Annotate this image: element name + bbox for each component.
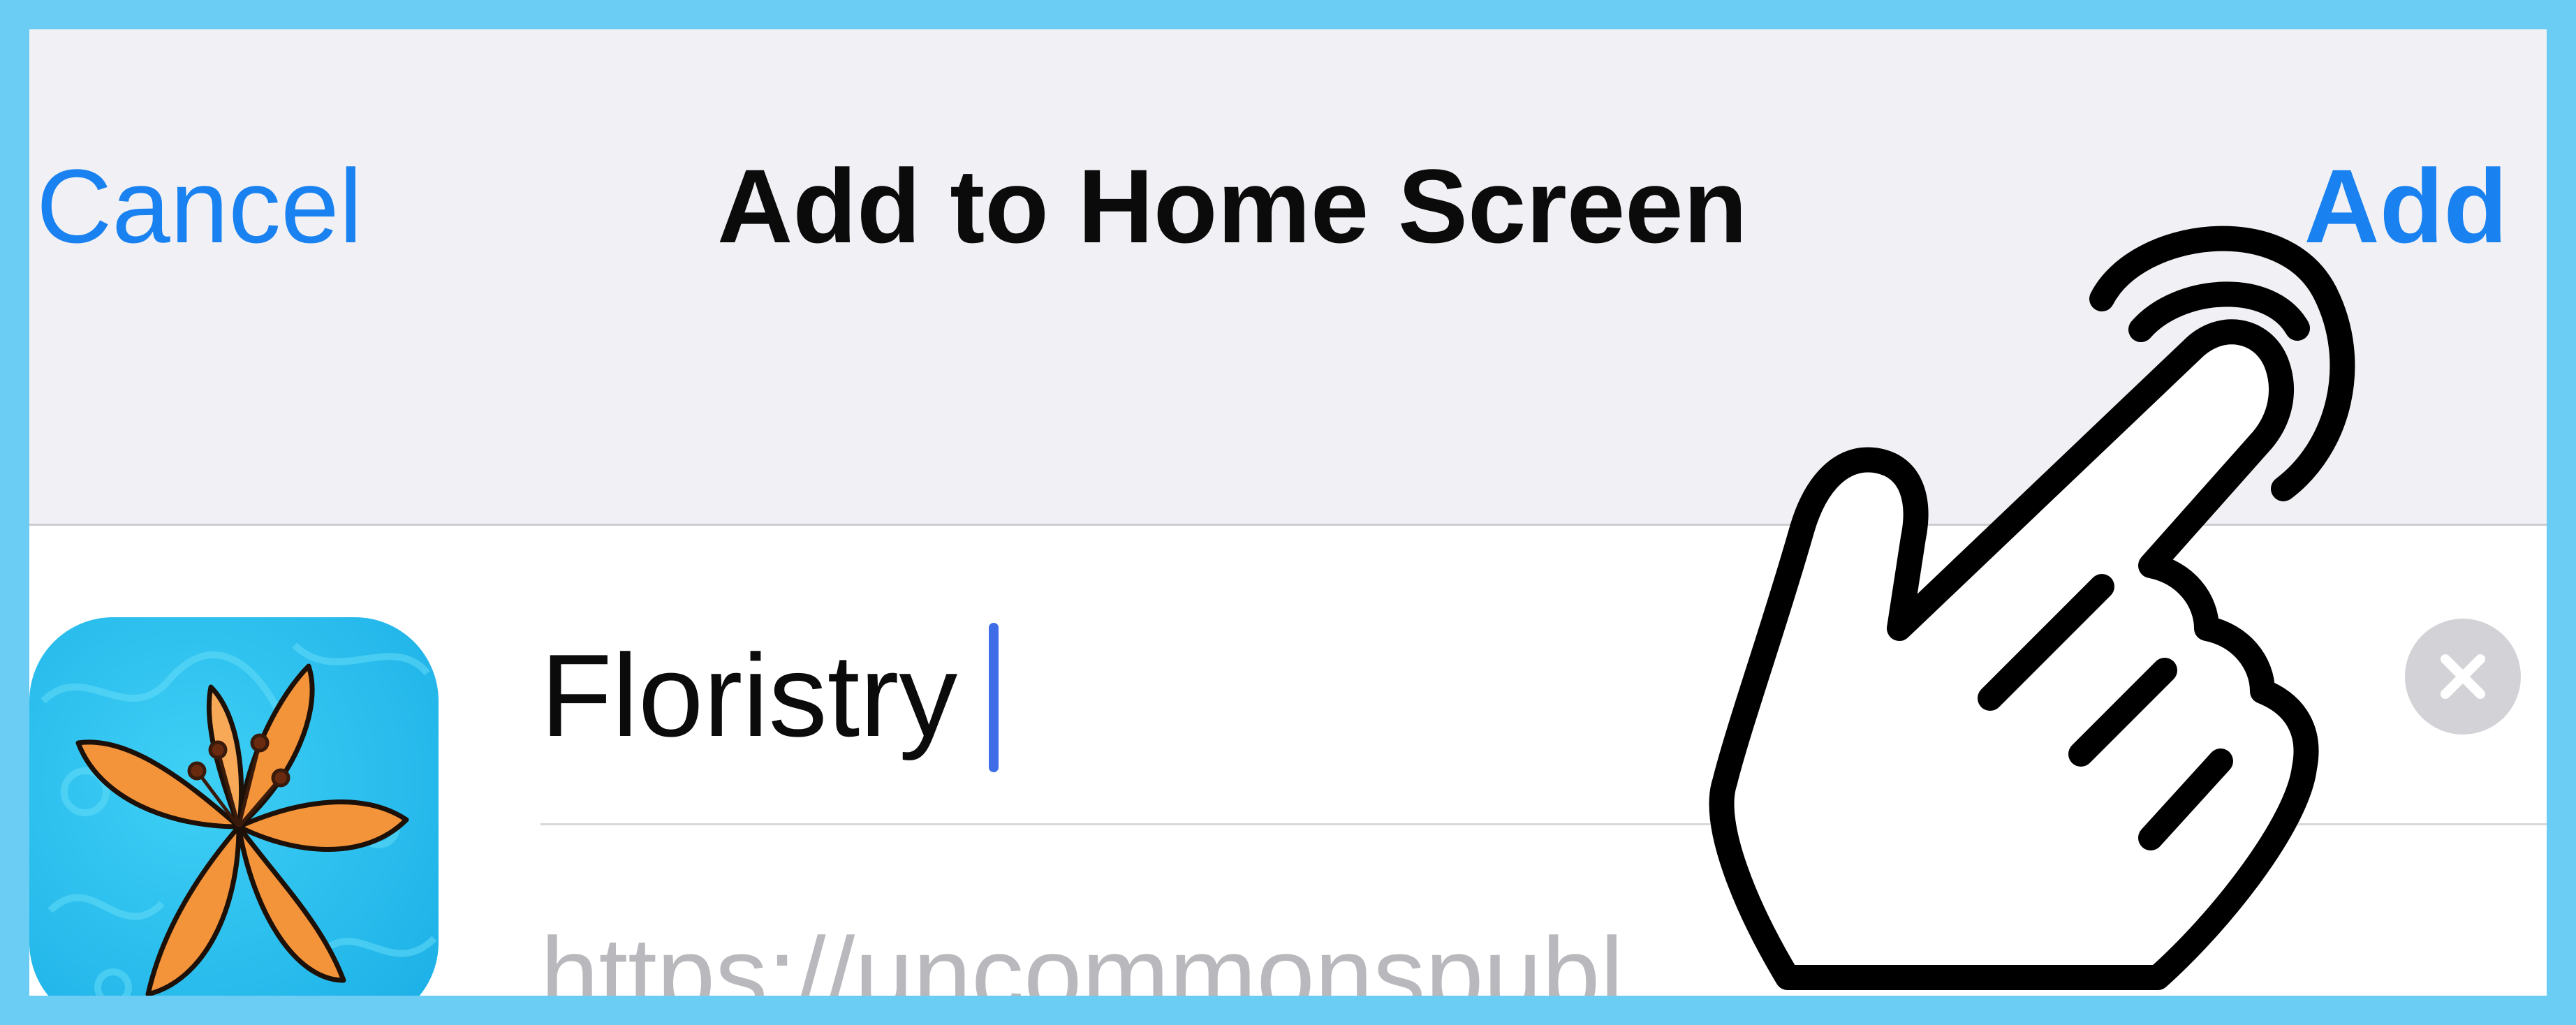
app-icon-lily: [29, 617, 439, 996]
clear-x-icon: [2441, 654, 2485, 699]
navigation-bar: Cancel Add to Home Screen Add: [29, 29, 2547, 526]
url-field: https://uncommonspubl: [540, 915, 1624, 996]
name-field[interactable]: Floristry: [540, 623, 2538, 790]
screenshot-frame: Cancel Add to Home Screen Add Floristry …: [0, 0, 2576, 1025]
name-input-value[interactable]: Floristry: [540, 637, 957, 754]
add-to-home-screen-sheet: Cancel Add to Home Screen Add Floristry …: [29, 29, 2547, 996]
lily-flower-icon: [41, 642, 437, 996]
text-caret: [989, 623, 999, 772]
field-separator: [540, 823, 2547, 825]
cancel-button[interactable]: Cancel: [36, 154, 362, 258]
clear-name-button[interactable]: [2405, 619, 2521, 735]
page-title: Add to Home Screen: [717, 147, 1748, 265]
add-button[interactable]: Add: [2304, 154, 2508, 258]
